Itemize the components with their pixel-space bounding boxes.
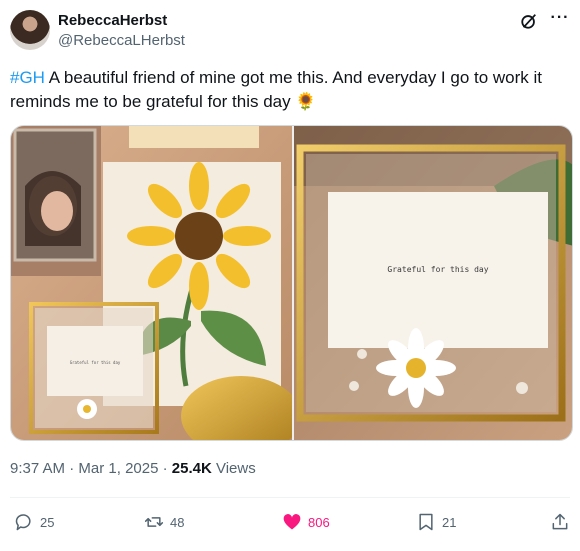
tweet-body: A beautiful friend of mine got me this. … xyxy=(10,68,543,111)
tweet-header: RebeccaHerbst @RebeccaLHerbst ··· xyxy=(10,10,570,54)
photo-left[interactable]: Grateful for this day xyxy=(11,126,292,441)
author-handle[interactable]: @RebeccaLHerbst xyxy=(58,32,185,49)
views-count: 25.4K xyxy=(171,460,212,477)
reply-icon xyxy=(15,514,31,531)
views-label: Views xyxy=(211,460,256,477)
share-icon xyxy=(552,513,568,530)
avatar[interactable] xyxy=(10,10,50,50)
tweet-time[interactable]: 9:37 AM xyxy=(10,460,65,477)
like-count: 806 xyxy=(308,514,330,530)
tweet-meta: 9:37 AM · Mar 1, 2025 · 25.4K Views xyxy=(10,460,256,477)
card-text-large: Grateful for this day xyxy=(387,265,488,274)
more-icon[interactable]: ··· xyxy=(550,10,570,30)
author-name[interactable]: RebeccaHerbst xyxy=(58,12,167,29)
card-text-small: Grateful for this day xyxy=(70,360,121,365)
tweet-date[interactable]: Mar 1, 2025 xyxy=(78,460,158,477)
like-icon xyxy=(283,514,301,530)
tweet-text: #GH A beautiful friend of mine got me th… xyxy=(10,66,570,114)
share-button[interactable] xyxy=(550,508,570,536)
sunflower-emoji: 🌻 xyxy=(295,92,317,111)
bookmark-button[interactable]: 21 xyxy=(416,508,456,536)
reply-button[interactable]: 25 xyxy=(14,508,54,536)
like-button[interactable]: 806 xyxy=(282,508,330,536)
divider xyxy=(10,497,570,498)
repost-icon xyxy=(144,517,164,527)
media-grid: Grateful for this day Grateful for this … xyxy=(10,125,573,441)
reply-count: 25 xyxy=(40,514,55,530)
bookmark-count: 21 xyxy=(442,514,457,530)
repost-button[interactable]: 48 xyxy=(144,508,184,536)
grok-icon[interactable] xyxy=(520,12,538,30)
action-bar: 25 48 806 21 xyxy=(10,508,570,536)
bookmark-icon xyxy=(419,513,433,531)
meta-separator: · xyxy=(65,460,79,477)
hashtag-link[interactable]: #GH xyxy=(10,68,45,87)
photo-right[interactable]: Grateful for this day xyxy=(294,126,573,441)
repost-count: 48 xyxy=(170,514,185,530)
meta-separator: · xyxy=(158,460,172,477)
